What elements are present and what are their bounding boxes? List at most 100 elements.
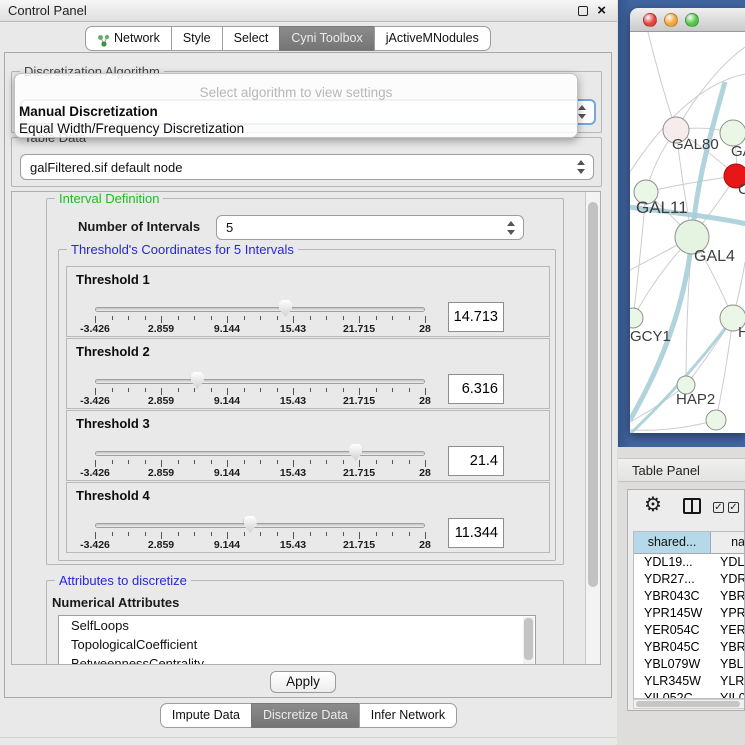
slider-track[interactable] bbox=[95, 523, 425, 528]
threshold-label: Threshold 1 bbox=[76, 272, 150, 287]
network-node-label: GA bbox=[731, 143, 745, 160]
network-edge bbox=[716, 318, 733, 420]
network-node-gcy1[interactable] bbox=[630, 308, 643, 328]
number-of-intervals-label: Number of Intervals bbox=[78, 219, 200, 234]
apply-button[interactable]: Apply bbox=[270, 671, 336, 693]
number-of-intervals-combobox[interactable]: 5 bbox=[216, 215, 524, 240]
algorithm-option-manual[interactable]: Manual Discretization bbox=[18, 103, 574, 120]
bottom-divider bbox=[0, 737, 617, 738]
settings-scrollbar-thumb[interactable] bbox=[588, 202, 598, 587]
slider-track[interactable] bbox=[95, 451, 425, 456]
slider-track[interactable] bbox=[95, 307, 425, 312]
numerical-attributes-label: Numerical Attributes bbox=[52, 595, 179, 610]
control-panel: Control Panel × NetworkStyleSelectCyni T… bbox=[0, 0, 617, 745]
settings-scrollpane: Interval Definition Number of Intervals … bbox=[11, 191, 601, 665]
slider-handle[interactable] bbox=[279, 300, 292, 317]
control-panel-title: Control Panel bbox=[8, 0, 87, 21]
zoom-light[interactable] bbox=[685, 13, 699, 27]
float-icon[interactable] bbox=[578, 6, 588, 16]
threshold-4-panel: Threshold 4-3.4262.8599.14415.4321.71528… bbox=[66, 482, 550, 553]
slider-track[interactable] bbox=[95, 379, 425, 384]
table-hscrollbar[interactable] bbox=[633, 699, 745, 709]
threshold-label: Threshold 3 bbox=[76, 416, 150, 431]
bottom-tab-infer-network[interactable]: Infer Network bbox=[359, 703, 457, 728]
threshold-value-field[interactable]: 21.4 bbox=[448, 446, 504, 476]
tab-cyni-toolbox[interactable]: Cyni Toolbox bbox=[279, 26, 374, 51]
network-node-label: GAL11 bbox=[636, 198, 688, 217]
attribute-list-item[interactable]: TopologicalCoefficient bbox=[59, 635, 535, 654]
attribute-list-item[interactable]: BetweennessCentrality bbox=[59, 654, 535, 665]
numerical-attributes-list[interactable]: SelfLoopsTopologicalCoefficientBetweenne… bbox=[58, 615, 536, 665]
table-row[interactable]: YBR043CYBR0 bbox=[634, 588, 745, 605]
network-edge bbox=[646, 176, 736, 192]
network-icon bbox=[97, 32, 110, 45]
network-window: GAL80GACGAL11GAL4GCY1HHAP2 bbox=[630, 8, 745, 433]
network-frame: GAL80GACGAL11GAL4GCY1HHAP2 bbox=[618, 0, 745, 447]
table-row[interactable]: YDR27...YDR2 bbox=[634, 571, 745, 588]
close-icon[interactable]: × bbox=[597, 1, 606, 21]
threshold-2-panel: Threshold 2-3.4262.8599.14415.4321.71528… bbox=[66, 338, 550, 409]
gear-icon[interactable]: ⚙ bbox=[644, 492, 662, 517]
close-light[interactable] bbox=[643, 13, 657, 27]
slider-handle[interactable] bbox=[244, 516, 257, 533]
network-node-label: HAP2 bbox=[676, 391, 715, 408]
top-tab-bar: NetworkStyleSelectCyni ToolboxjActiveMNo… bbox=[85, 26, 491, 51]
tab-content-panel: Discretization Algorithm Select algorith… bbox=[4, 52, 612, 698]
table-data-combobox[interactable]: galFiltered.sif default node bbox=[20, 154, 594, 180]
table-row[interactable]: YPR145WYPR1 bbox=[634, 605, 745, 622]
network-node-label: GCY1 bbox=[630, 328, 671, 345]
slider-tick-labels: -3.4262.8599.14415.4321.71528 bbox=[95, 323, 425, 336]
threshold-value-field[interactable]: 14.713 bbox=[448, 302, 504, 332]
table-data-value: galFiltered.sif default node bbox=[30, 155, 182, 180]
bottom-tab-discretize-data[interactable]: Discretize Data bbox=[251, 703, 360, 728]
column-header-name[interactable]: na bbox=[711, 532, 745, 553]
number-of-intervals-value: 5 bbox=[226, 216, 233, 240]
node-table[interactable]: shared... na YDL19...YDL1YDR27...YDR2YBR… bbox=[633, 531, 745, 699]
table-row[interactable]: YER054CYER0 bbox=[634, 622, 745, 639]
slider-tick-labels: -3.4262.8599.14415.4321.71528 bbox=[95, 539, 425, 552]
attributes-list-scrollbar[interactable] bbox=[523, 617, 534, 665]
network-edge bbox=[648, 32, 676, 130]
attribute-list-item[interactable]: SelfLoops bbox=[59, 616, 535, 635]
thresholds-group-title: Threshold's Coordinates for 5 Intervals bbox=[67, 242, 298, 257]
tab-jactivemnodules[interactable]: jActiveMNodules bbox=[374, 26, 491, 51]
table-row[interactable]: YIL052CYIL0 bbox=[634, 690, 745, 699]
table-row[interactable]: YBL079WYBL0 bbox=[634, 656, 745, 673]
minimize-light[interactable] bbox=[664, 13, 678, 27]
threshold-value-field[interactable]: 11.344 bbox=[448, 518, 504, 548]
settings-scrollbar[interactable] bbox=[585, 192, 600, 664]
attributes-group: Attributes to discretize Numerical Attri… bbox=[46, 580, 564, 665]
threshold-1-panel: Threshold 1 -3.4262.8599.14415.4321.71528… bbox=[66, 266, 550, 337]
table-panel: ⚙ ✓ ✓ shared... na YDL19...YDL1YDR27...Y… bbox=[627, 489, 745, 711]
network-edge bbox=[676, 47, 745, 130]
column-header-shared[interactable]: shared... bbox=[634, 532, 711, 553]
slider-tick-labels: -3.4262.8599.14415.4321.71528 bbox=[95, 395, 425, 408]
slider-tick-labels: -3.4262.8599.14415.4321.71528 bbox=[95, 467, 425, 480]
threshold-3-panel: Threshold 3 -3.4262.8599.14415.4321.71528… bbox=[66, 410, 550, 481]
network-canvas[interactable]: GAL80GACGAL11GAL4GCY1HHAP2 bbox=[630, 32, 745, 433]
tab-style[interactable]: Style bbox=[171, 26, 223, 51]
table-panel-title: Table Panel bbox=[632, 459, 700, 482]
network-node[interactable] bbox=[706, 410, 726, 430]
slider-handle[interactable] bbox=[349, 444, 362, 461]
table-row[interactable]: YBR045CYBR0 bbox=[634, 639, 745, 656]
split-columns-icon[interactable] bbox=[683, 498, 701, 514]
threshold-value-field[interactable]: 6.316 bbox=[448, 374, 504, 404]
tab-network[interactable]: Network bbox=[85, 26, 172, 51]
algorithm-option-equal-width[interactable]: Equal Width/Frequency Discretization bbox=[18, 120, 574, 137]
slider-handle[interactable] bbox=[191, 372, 204, 389]
network-node-label: C bbox=[738, 181, 745, 198]
control-panel-titlebar: Control Panel × bbox=[0, 0, 617, 22]
table-panel-titlebar: Table Panel bbox=[618, 458, 745, 482]
checkbox-icon[interactable]: ✓ bbox=[713, 502, 724, 513]
table-rows: YDL19...YDL1YDR27...YDR2YBR043CYBR0YPR14… bbox=[634, 554, 745, 699]
table-row[interactable]: YDL19...YDL1 bbox=[634, 554, 745, 571]
checkbox-icon[interactable]: ✓ bbox=[728, 502, 739, 513]
algorithm-placeholder: Select algorithm to view settings bbox=[15, 85, 577, 100]
tab-select[interactable]: Select bbox=[222, 26, 281, 51]
bottom-tab-bar: Impute DataDiscretize DataInfer Network bbox=[0, 703, 617, 728]
bottom-tab-impute-data[interactable]: Impute Data bbox=[160, 703, 252, 728]
table-row[interactable]: YLR345WYLR3 bbox=[634, 673, 745, 690]
table-data-group: Table Data galFiltered.sif default node bbox=[11, 137, 602, 187]
spinner-arrows-icon bbox=[507, 221, 515, 235]
